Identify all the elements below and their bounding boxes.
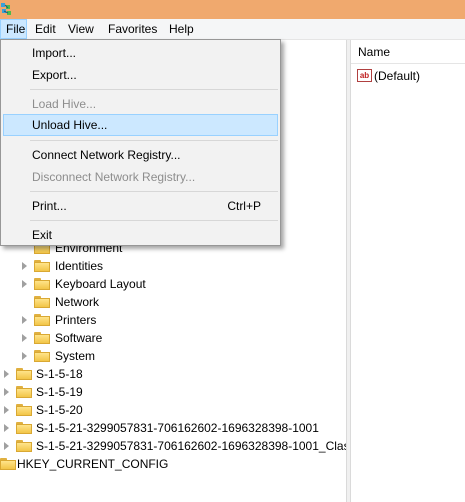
menu-item-connect-network-registry[interactable]: Connect Network Registry... [3,144,278,166]
menu-item-unload-hive[interactable]: Unload Hive... [3,114,278,136]
menu-item-label: Load Hive... [32,97,97,111]
expand-arrow-icon[interactable] [22,280,27,288]
tree-item-label: S-1-5-19 [36,385,83,399]
values-list-pane[interactable]: Name ab (Default) [351,40,465,502]
expand-arrow-icon[interactable] [22,352,27,360]
folder-icon [16,386,32,398]
tree-item-label: S-1-5-20 [36,403,83,417]
menu-item-label: Exit [32,228,53,242]
expand-arrow-icon[interactable] [22,334,27,342]
tree-item-label: Keyboard Layout [55,277,146,291]
menu-view[interactable]: View [63,19,99,39]
file-menu-dropdown: Import... Export... Load Hive... Unload … [0,39,281,246]
expand-arrow-icon[interactable] [22,262,27,270]
menu-item-exit[interactable]: Exit [3,224,278,246]
expand-arrow-icon[interactable] [4,424,9,432]
folder-icon [16,440,32,452]
menu-separator [30,191,278,192]
menu-help[interactable]: Help [164,19,199,39]
menu-item-load-hive[interactable]: Load Hive... [3,93,278,115]
folder-icon [16,404,32,416]
menu-item-print[interactable]: Print... Ctrl+P [3,195,278,217]
menu-separator [30,89,278,90]
folder-icon [34,296,50,308]
folder-icon [16,422,32,434]
folder-icon [16,368,32,380]
folder-icon [34,332,50,344]
tree-item-label: HKEY_CURRENT_CONFIG [17,457,169,471]
menu-item-export[interactable]: Export... [3,64,278,86]
column-header-name[interactable]: Name [351,40,465,64]
tree-item-label: S-1-5-21-3299057831-706162602-1696328398… [36,439,369,453]
menu-separator [30,140,278,141]
tree-item-label: Identities [55,259,104,273]
expand-arrow-icon[interactable] [4,442,9,450]
menu-item-label: Import... [32,46,77,60]
tree-item-label: Printers [55,313,97,327]
menu-item-label: Disconnect Network Registry... [32,170,196,184]
regedit-app-icon[interactable] [0,1,14,17]
menu-item-import[interactable]: Import... [3,42,278,64]
expand-arrow-icon[interactable] [22,316,27,324]
menu-separator [30,220,278,221]
title-bar [0,0,465,19]
expand-arrow-icon[interactable] [4,406,9,414]
menu-bar: File Edit View Favorites Help [0,19,465,40]
menu-file[interactable]: File [0,19,27,39]
folder-icon [34,278,50,290]
menu-item-label: Connect Network Registry... [32,148,181,162]
tree-item-label: Network [55,295,100,309]
tree-item-label: System [55,349,96,363]
column-header-label: Name [358,45,391,59]
tree-item-label: S-1-5-21-3299057831-706162602-1696328398… [36,421,319,435]
folder-icon [34,350,50,362]
menu-edit[interactable]: Edit [30,19,61,39]
menu-item-label: Unload Hive... [32,118,108,132]
menu-favorites[interactable]: Favorites [103,19,162,39]
expand-arrow-icon[interactable] [4,388,9,396]
menu-item-label: Export... [32,68,77,82]
tree-item-label: Software [55,331,103,345]
menu-item-shortcut: Ctrl+P [227,199,261,213]
tree-item-label: S-1-5-18 [36,367,83,381]
folder-icon [34,314,50,326]
folder-icon [0,458,16,470]
menu-item-disconnect-network-registry[interactable]: Disconnect Network Registry... [3,166,278,188]
value-name: (Default) [374,69,421,83]
expand-arrow-icon[interactable] [4,370,9,378]
string-value-icon: ab [357,69,372,82]
menu-item-label: Print... [32,199,67,213]
folder-icon [34,260,50,272]
